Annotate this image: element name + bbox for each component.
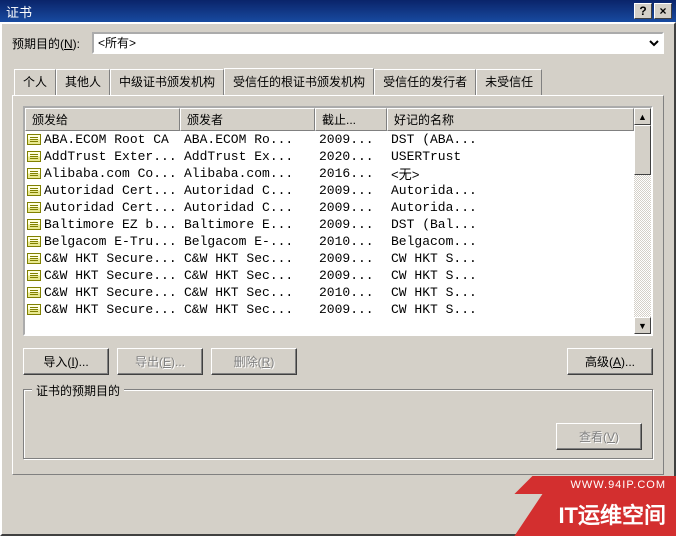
table-row[interactable]: AddTrust Exter...AddTrust Ex...2020...US…	[25, 148, 634, 165]
action-buttons-row: 导入(I)... 导出(E)... 删除(R) 高级(A)...	[23, 348, 653, 375]
table-row[interactable]: Baltimore EZ b...Baltimore E...2009...DS…	[25, 216, 634, 233]
scroll-thumb[interactable]	[634, 125, 651, 175]
col-expires[interactable]: 截止...	[315, 108, 387, 131]
delete-button[interactable]: 删除(R)	[211, 348, 297, 375]
tab-strip: 个人其他人中级证书颁发机构受信任的根证书颁发机构受信任的发行者未受信任	[14, 68, 664, 95]
table-row[interactable]: Autoridad Cert...Autoridad C...2009...Au…	[25, 182, 634, 199]
tab-trusted-root[interactable]: 受信任的根证书颁发机构	[224, 68, 374, 95]
import-button[interactable]: 导入(I)...	[23, 348, 109, 375]
certificate-icon	[27, 253, 41, 264]
window-title: 证书	[4, 2, 634, 21]
table-row[interactable]: C&W HKT Secure...C&W HKT Sec...2009...CW…	[25, 250, 634, 267]
scroll-up-button[interactable]: ▲	[634, 108, 651, 125]
client-area: 预期目的(N): <所有> 个人其他人中级证书颁发机构受信任的根证书颁发机构受信…	[0, 22, 676, 536]
scroll-track[interactable]	[634, 125, 651, 317]
col-issuer[interactable]: 颁发者	[180, 108, 315, 131]
table-row[interactable]: C&W HKT Secure...C&W HKT Sec...2010...CW…	[25, 284, 634, 301]
tab-page-trusted-root: 颁发给 颁发者 截止... 好记的名称 ABA.ECOM Root CAABA.…	[12, 95, 664, 475]
table-row[interactable]: Alibaba.com Co...Alibaba.com...2016...<无…	[25, 165, 634, 182]
title-bar[interactable]: 证书 ? ×	[0, 0, 676, 22]
purpose-row: 预期目的(N): <所有>	[12, 32, 664, 54]
certificate-icon	[27, 168, 41, 179]
intended-purposes-group: 证书的预期目的 查看(V)	[23, 389, 653, 459]
listview-body: ABA.ECOM Root CAABA.ECOM Ro...2009...DST…	[25, 131, 634, 318]
table-row[interactable]: C&W HKT Secure...C&W HKT Sec...2009...CW…	[25, 267, 634, 284]
listview-header-row: 颁发给 颁发者 截止... 好记的名称	[25, 108, 634, 131]
certificate-icon	[27, 304, 41, 315]
table-row[interactable]: Autoridad Cert...Autoridad C...2009...Au…	[25, 199, 634, 216]
tab-untrusted[interactable]: 未受信任	[476, 69, 542, 96]
tab-others[interactable]: 其他人	[56, 69, 110, 96]
group-legend: 证书的预期目的	[32, 382, 124, 399]
certificate-icon	[27, 134, 41, 145]
vertical-scrollbar[interactable]: ▲ ▼	[634, 108, 651, 334]
listview-inner: 颁发给 颁发者 截止... 好记的名称 ABA.ECOM Root CAABA.…	[25, 108, 634, 334]
col-issued-to[interactable]: 颁发给	[25, 108, 180, 131]
certificate-icon	[27, 185, 41, 196]
tab-personal[interactable]: 个人	[14, 69, 56, 96]
certificate-icon	[27, 202, 41, 213]
close-button[interactable]: ×	[654, 3, 672, 19]
export-button[interactable]: 导出(E)...	[117, 348, 203, 375]
col-friendly-name[interactable]: 好记的名称	[387, 108, 634, 131]
purpose-label: 预期目的(N):	[12, 35, 80, 52]
certificate-icon	[27, 270, 41, 281]
help-button[interactable]: ?	[634, 3, 652, 19]
title-bar-buttons: ? ×	[634, 3, 672, 19]
certificate-icon	[27, 287, 41, 298]
certificate-icon	[27, 236, 41, 247]
table-row[interactable]: C&W HKT Secure...C&W HKT Sec...2009...CW…	[25, 301, 634, 318]
view-button[interactable]: 查看(V)	[556, 423, 642, 450]
advanced-button[interactable]: 高级(A)...	[567, 348, 653, 375]
tab-trusted-publishers[interactable]: 受信任的发行者	[374, 69, 476, 96]
tab-intermediate[interactable]: 中级证书颁发机构	[110, 69, 224, 96]
certificates-window: 证书 ? × 预期目的(N): <所有> 个人其他人中级证书颁发机构受信任的根证…	[0, 0, 676, 536]
certificate-icon	[27, 151, 41, 162]
purpose-select[interactable]: <所有>	[92, 32, 664, 54]
table-row[interactable]: ABA.ECOM Root CAABA.ECOM Ro...2009...DST…	[25, 131, 634, 148]
scroll-down-button[interactable]: ▼	[634, 317, 651, 334]
certificate-listview[interactable]: 颁发给 颁发者 截止... 好记的名称 ABA.ECOM Root CAABA.…	[23, 106, 653, 336]
certificate-icon	[27, 219, 41, 230]
table-row[interactable]: Belgacom E-Tru...Belgacom E-...2010...Be…	[25, 233, 634, 250]
